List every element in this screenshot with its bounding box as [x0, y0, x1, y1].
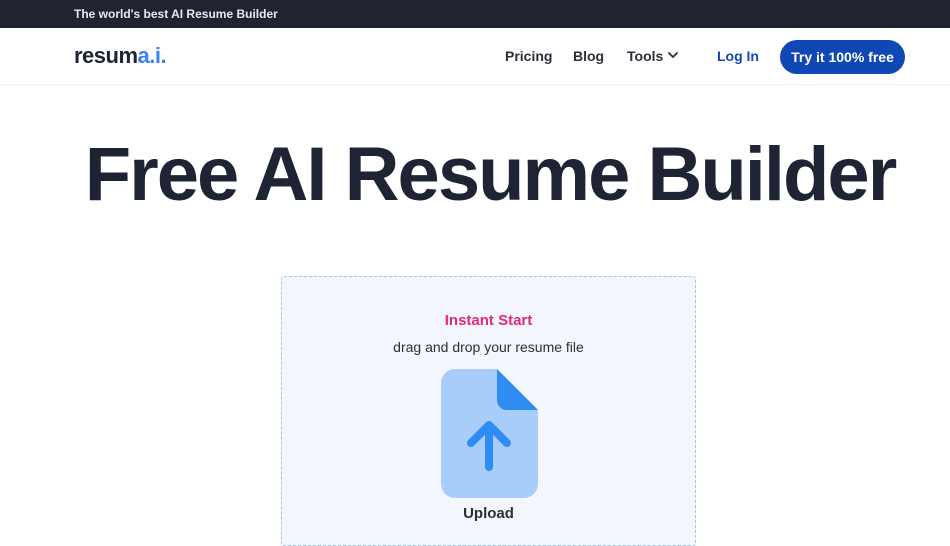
try-free-button[interactable]: Try it 100% free [780, 40, 905, 74]
announcement-text: The world's best AI Resume Builder [74, 7, 278, 21]
login-link[interactable]: Log In [717, 48, 759, 64]
logo-main: resum [74, 43, 138, 68]
dropzone-heading: Instant Start [444, 312, 533, 329]
nav-blog-link[interactable]: Blog [573, 48, 604, 64]
announcement-bar: The world's best AI Resume Builder [0, 0, 950, 28]
nav-pricing-link[interactable]: Pricing [505, 48, 552, 64]
nav-tools-menu[interactable]: Tools [627, 48, 663, 64]
logo-accent: a.i. [137, 43, 167, 68]
file-upload-icon[interactable] [441, 369, 538, 498]
page-title: Free AI Resume Builder [84, 132, 898, 217]
chevron-down-icon[interactable] [667, 50, 679, 60]
dropzone-subtitle: drag and drop your resume file [393, 339, 584, 355]
header-nav: resuma.i. Pricing Blog Tools Log In Try … [0, 28, 950, 85]
upload-label: Upload [463, 505, 514, 522]
resume-dropzone[interactable]: Instant Start drag and drop your resume … [281, 276, 696, 546]
logo[interactable]: resuma.i. [74, 43, 167, 69]
